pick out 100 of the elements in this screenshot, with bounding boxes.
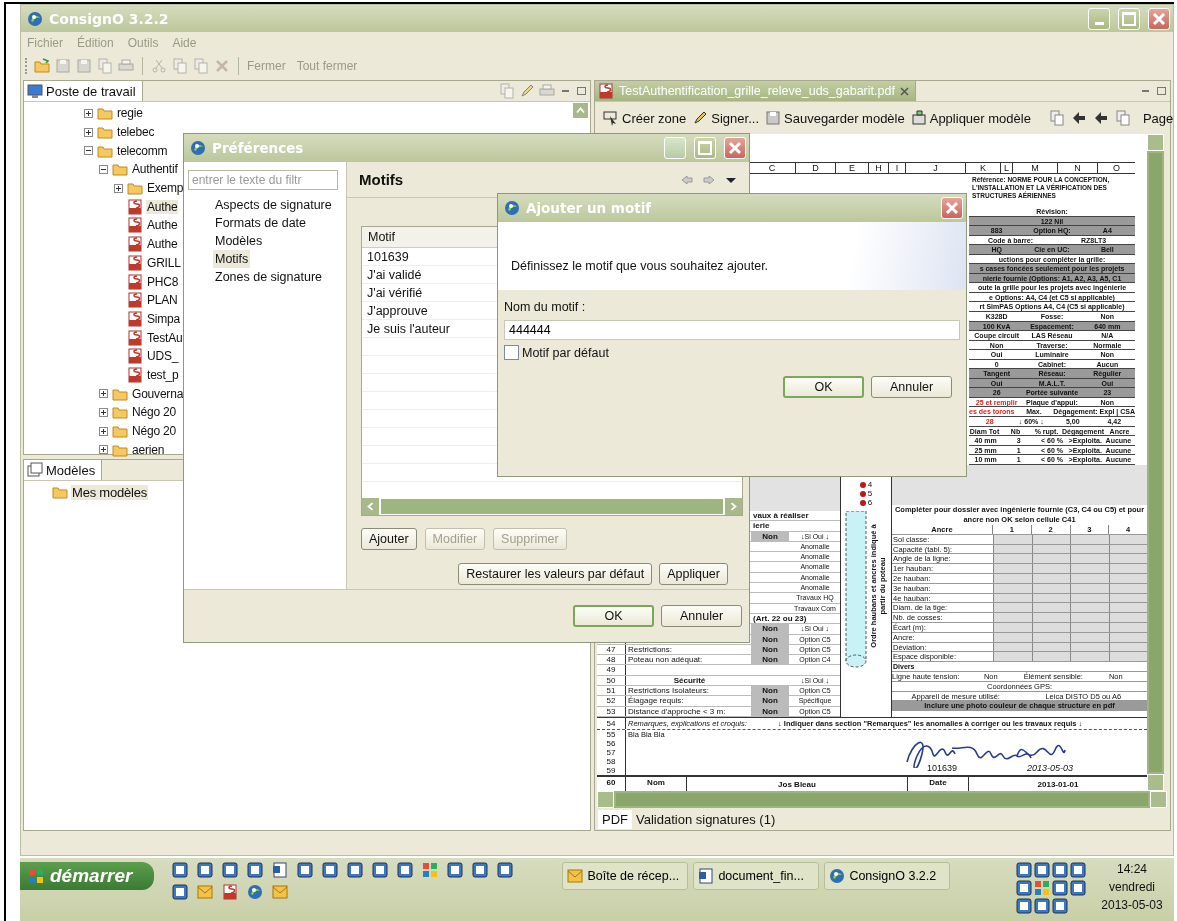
tray-icon[interactable]	[1016, 862, 1032, 878]
action-button[interactable]: Appliquer	[659, 563, 728, 585]
rotate-icon[interactable]	[1048, 110, 1065, 126]
tree-toggle-icon[interactable]	[84, 108, 93, 118]
app-icon[interactable]	[172, 862, 189, 878]
start-button[interactable]: démarrer	[20, 862, 155, 890]
app-icon[interactable]	[172, 884, 189, 900]
tray-icon[interactable]	[1016, 898, 1032, 914]
tree-item[interactable]: Gouverna	[131, 386, 185, 401]
motif-name-field[interactable]: 444444	[504, 320, 960, 340]
close-button[interactable]	[1148, 7, 1170, 30]
table-cell[interactable]: J'ai vérifié	[362, 285, 423, 300]
table-cell[interactable]: J'ai validé	[362, 267, 422, 282]
tree-item[interactable]: Authe	[146, 199, 179, 214]
tree-item[interactable]: Authentif	[131, 162, 179, 177]
tray-icon[interactable]	[1052, 898, 1068, 914]
tree-item[interactable]: Simpa	[146, 311, 181, 326]
close-button[interactable]	[724, 137, 746, 159]
tree-toggle-icon[interactable]	[99, 426, 108, 436]
app-icon[interactable]	[222, 884, 239, 900]
pencil-icon[interactable]	[519, 83, 535, 99]
preference-item[interactable]: Aspects de signature	[213, 196, 334, 214]
app-icon[interactable]	[397, 862, 414, 878]
tree-toggle-icon[interactable]	[84, 146, 93, 156]
preference-item[interactable]: Zones de signature	[213, 268, 324, 286]
table-cell[interactable]: J'approuve	[362, 303, 428, 318]
app-icon[interactable]	[197, 862, 214, 878]
tray-icon[interactable]	[1016, 880, 1032, 896]
tree-item[interactable]: UDS_	[146, 349, 180, 364]
tray-icon[interactable]	[1070, 880, 1086, 896]
tree-toggle-icon[interactable]	[99, 407, 108, 417]
tray-icon[interactable]	[1052, 862, 1068, 878]
tree-item[interactable]: aerien	[131, 442, 166, 457]
checkbox[interactable]	[504, 345, 519, 360]
preference-item[interactable]: Formats de date	[213, 214, 308, 232]
maximize-button[interactable]	[575, 85, 587, 97]
tree-item[interactable]: PLAN	[146, 293, 179, 308]
maximize-button[interactable]	[1155, 85, 1167, 97]
app-icon[interactable]	[297, 862, 314, 878]
view-tab[interactable]: Modèles	[24, 460, 103, 480]
dialog-button[interactable]: Annuler	[661, 605, 742, 627]
toolbar-button[interactable]: Créer zone	[603, 110, 687, 126]
tree-toggle-icon[interactable]	[114, 183, 123, 193]
tree-toggle-icon[interactable]	[99, 389, 108, 399]
tree-item[interactable]: telecomm	[116, 143, 169, 158]
dialog-button[interactable]: OK	[573, 605, 654, 627]
filter-field[interactable]: entrer le texte du filtr	[188, 170, 338, 190]
bottom-tab[interactable]: PDF	[598, 809, 632, 829]
app-icon[interactable]	[372, 862, 389, 878]
table-cell[interactable]: Je suis l'auteur	[362, 321, 450, 336]
tree-toggle-icon[interactable]	[84, 127, 93, 137]
app-icon[interactable]	[247, 884, 264, 900]
dialog-button[interactable]: OK	[783, 376, 864, 398]
tree-item[interactable]: Négo 20	[131, 424, 177, 439]
app-icon[interactable]	[247, 862, 264, 878]
tray-icon[interactable]	[1052, 880, 1068, 896]
app-icon[interactable]	[472, 862, 489, 878]
bottom-tab[interactable]: Validation signatures (1)	[632, 809, 780, 829]
app-icon[interactable]	[222, 862, 239, 878]
view-tab[interactable]: Poste de travail	[24, 81, 143, 101]
toolbar-button[interactable]: Sauvegarder modèle	[765, 110, 905, 126]
action-button[interactable]: Ajouter	[361, 528, 417, 550]
tree-item[interactable]: Exemp	[146, 181, 185, 196]
horizontal-scrollbar[interactable]	[362, 498, 742, 515]
taskbar-button[interactable]: document_fin...	[693, 862, 820, 890]
close-button[interactable]	[941, 197, 963, 219]
tree-item[interactable]: Mes modèles	[71, 484, 149, 500]
app-icon[interactable]	[322, 862, 339, 878]
toolbar-button[interactable]: Signer...	[692, 110, 759, 126]
checkbox-label[interactable]: Motif par défaut	[522, 345, 609, 360]
tray-icon[interactable]	[1034, 862, 1050, 878]
open-folder-icon[interactable]	[34, 58, 50, 74]
tree-item[interactable]: Négo 20	[131, 405, 177, 420]
tree-item[interactable]: PHC8	[146, 274, 180, 289]
app-icon[interactable]	[497, 862, 514, 878]
tree-item[interactable]: test_p	[146, 367, 180, 382]
app-icon[interactable]	[347, 862, 364, 878]
table-cell[interactable]: 101639	[362, 249, 409, 264]
tree-item[interactable]: regie	[116, 106, 144, 121]
app-icon[interactable]	[272, 862, 289, 878]
vertical-scrollbar[interactable]	[1147, 134, 1164, 791]
preference-item[interactable]: Motifs	[213, 250, 251, 268]
preference-item[interactable]: Modèles	[213, 232, 265, 250]
taskbar-button[interactable]: ConsignO 3.2.2	[824, 862, 951, 890]
tree-item[interactable]: Authe	[146, 218, 179, 233]
tray-icon[interactable]	[1070, 862, 1086, 878]
close-tab-icon[interactable]	[899, 86, 909, 96]
dialog-button[interactable]: Annuler	[871, 376, 952, 398]
toolbar-button[interactable]: Appliquer modèle	[910, 110, 1031, 126]
tree-item[interactable]: TestAu	[146, 330, 184, 345]
tray-icon[interactable]	[1034, 898, 1050, 914]
next-page-icon[interactable]	[1114, 110, 1131, 126]
tree-item[interactable]: Authe	[146, 237, 179, 252]
tree-toggle-icon[interactable]	[99, 164, 108, 174]
taskbar-button[interactable]: Boîte de récep...	[562, 862, 689, 890]
tree-toggle-icon[interactable]	[99, 445, 108, 455]
tree-item[interactable]: telebec	[116, 125, 156, 140]
horizontal-scrollbar[interactable]	[597, 791, 1167, 808]
tree-item[interactable]: GRILL	[146, 255, 182, 270]
app-icon[interactable]	[447, 862, 464, 878]
